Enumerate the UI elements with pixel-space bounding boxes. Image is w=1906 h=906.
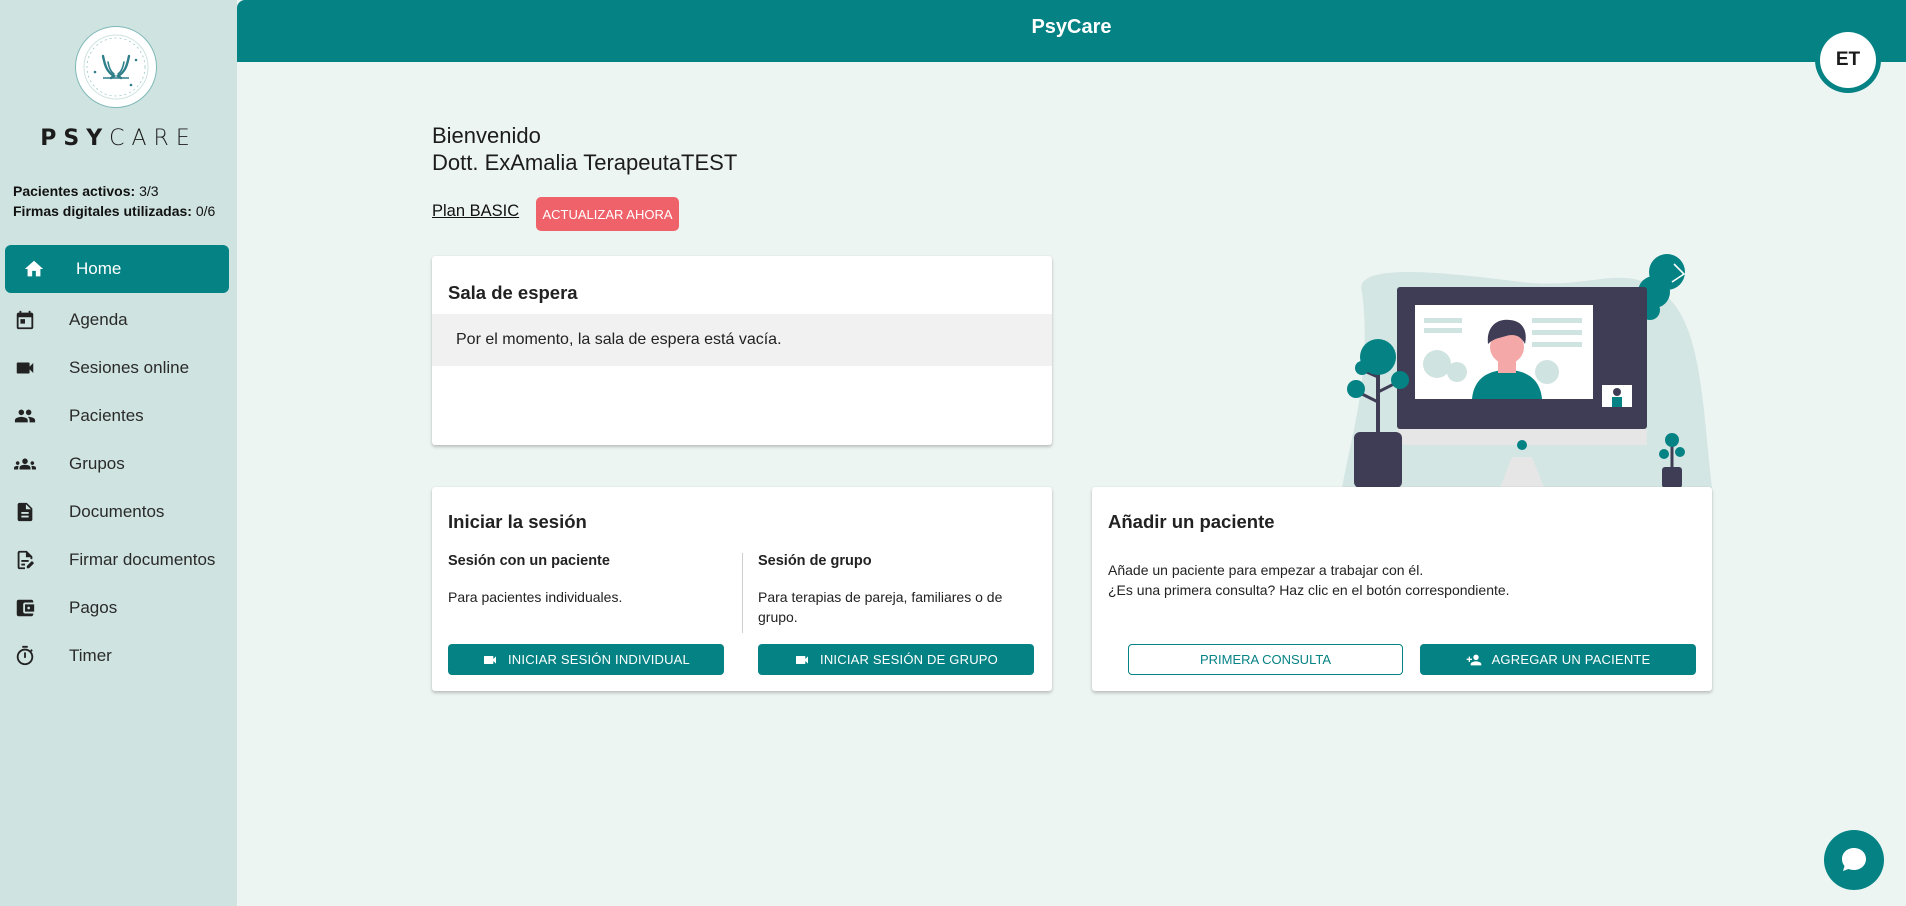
sidebar-item-timer[interactable]: Timer [0, 632, 237, 680]
sidebar-item-label: Firmar documentos [69, 550, 216, 569]
upgrade-now-button[interactable]: ACTUALIZAR AHORA [536, 197, 679, 231]
welcome-greeting: Bienvenido Dott. ExAmalia TerapeutaTEST [432, 122, 737, 176]
sidebar-item-label: Home [76, 259, 122, 278]
waiting-room-card: Sala de espera Por el momento, la sala d… [432, 256, 1052, 445]
timer-icon [16, 645, 34, 666]
group-session-title: Sesión de grupo [758, 553, 872, 569]
calendar-icon [16, 310, 34, 330]
start-group-session-button[interactable]: INICIAR SESIÓN DE GRUPO [758, 644, 1034, 675]
digital-signatures-value: 0/6 [195, 203, 216, 219]
add-patient-description: Añade un paciente para empezar a trabaja… [1108, 560, 1510, 600]
user-avatar[interactable]: ET [1815, 27, 1881, 93]
column-divider [742, 553, 743, 633]
digital-signatures-label: Firmas digitales utilizadas: [13, 203, 192, 219]
active-patients-value: 3/3 [139, 183, 159, 199]
telehealth-illustration [1342, 254, 1712, 488]
waiting-room-empty-message: Por el momento, la sala de espera está v… [432, 314, 1052, 366]
sidebar-item-online-sessions[interactable]: Sesiones online [0, 344, 237, 392]
groups-icon [14, 458, 36, 470]
sidebar-item-label: Pacientes [69, 406, 144, 425]
sidebar-nav: Home Agenda Sesiones online Pacientes Gr… [0, 245, 237, 680]
active-patients-stat: Pacientes activos: 3/3 [13, 181, 215, 201]
sidebar-item-label: Pagos [69, 598, 118, 617]
header-title: PsyCare [1031, 16, 1112, 38]
brand-wordmark: PSYCARE [0, 126, 237, 151]
individual-session-title: Sesión con un paciente [448, 553, 610, 569]
sidebar-item-label: Grupos [69, 454, 125, 473]
wallet-icon [16, 599, 35, 617]
add-patient-desc-line: Añade un paciente para empezar a trabaja… [1108, 562, 1424, 578]
individual-session-desc: Para pacientes individuales. [448, 589, 623, 605]
sidebar-item-label: Sesiones online [69, 358, 190, 377]
chat-bubble-icon [1842, 848, 1866, 871]
therapist-name: Dott. ExAmalia TerapeutaTEST [432, 150, 738, 175]
add-patient-button[interactable]: AGREGAR UN PACIENTE [1420, 644, 1696, 675]
sidebar-item-groups[interactable]: Grupos [0, 440, 237, 488]
video-camera-icon [796, 655, 809, 664]
start-session-card: Iniciar la sesión Sesión con un paciente… [432, 487, 1052, 691]
sidebar-item-sign-documents[interactable]: Firmar documentos [0, 536, 237, 584]
chat-support-button[interactable] [1824, 830, 1884, 890]
sidebar-item-label: Documentos [69, 502, 165, 521]
video-camera-icon [16, 362, 34, 374]
brand-bold: PSY [40, 126, 110, 151]
active-patients-label: Pacientes activos: [13, 183, 136, 199]
sidebar-item-home[interactable]: Home [5, 245, 229, 293]
brand-light: CARE [109, 126, 197, 151]
person-add-icon [1466, 654, 1481, 665]
logo-circle [75, 26, 157, 108]
add-patient-label: AGREGAR UN PACIENTE [1491, 652, 1651, 667]
plan-link[interactable]: Plan BASIC [432, 202, 519, 221]
document-icon [17, 502, 33, 522]
avatar-initials: ET [1820, 32, 1876, 88]
people-icon [14, 409, 36, 423]
top-header: PsyCare [237, 0, 1906, 62]
start-group-session-label: INICIAR SESIÓN DE GRUPO [820, 652, 998, 667]
add-patient-card: Añadir un paciente Añade un paciente par… [1092, 487, 1712, 691]
sidebar-item-documents[interactable]: Documentos [0, 488, 237, 536]
sidebar: PSYCARE Pacientes activos: 3/3 Firmas di… [0, 0, 237, 906]
psycare-logo[interactable] [75, 26, 157, 108]
start-individual-session-button[interactable]: INICIAR SESIÓN INDIVIDUAL [448, 644, 724, 675]
usage-stats: Pacientes activos: 3/3 Firmas digitales … [13, 181, 215, 221]
first-consultation-button[interactable]: PRIMERA CONSULTA [1128, 644, 1403, 675]
sign-document-icon [17, 550, 34, 570]
sidebar-item-label: Timer [69, 646, 112, 665]
add-patient-desc-line: ¿Es una primera consulta? Haz clic en el… [1108, 582, 1510, 598]
add-patient-title: Añadir un paciente [1108, 511, 1275, 532]
sidebar-item-agenda[interactable]: Agenda [0, 296, 237, 344]
group-session-desc: Para terapias de pareja, familiares o de… [758, 589, 1003, 625]
logo-icon [83, 34, 149, 100]
waiting-room-title: Sala de espera [448, 282, 578, 303]
sidebar-item-payments[interactable]: Pagos [0, 584, 237, 632]
digital-signatures-stat: Firmas digitales utilizadas: 0/6 [13, 201, 215, 221]
start-individual-session-label: INICIAR SESIÓN INDIVIDUAL [508, 652, 690, 667]
sidebar-item-label: Agenda [69, 310, 128, 329]
video-camera-icon [484, 655, 496, 664]
home-icon [24, 260, 44, 277]
welcome-line: Bienvenido [432, 123, 541, 148]
sidebar-item-patients[interactable]: Pacientes [0, 392, 237, 440]
start-session-title: Iniciar la sesión [448, 511, 587, 532]
